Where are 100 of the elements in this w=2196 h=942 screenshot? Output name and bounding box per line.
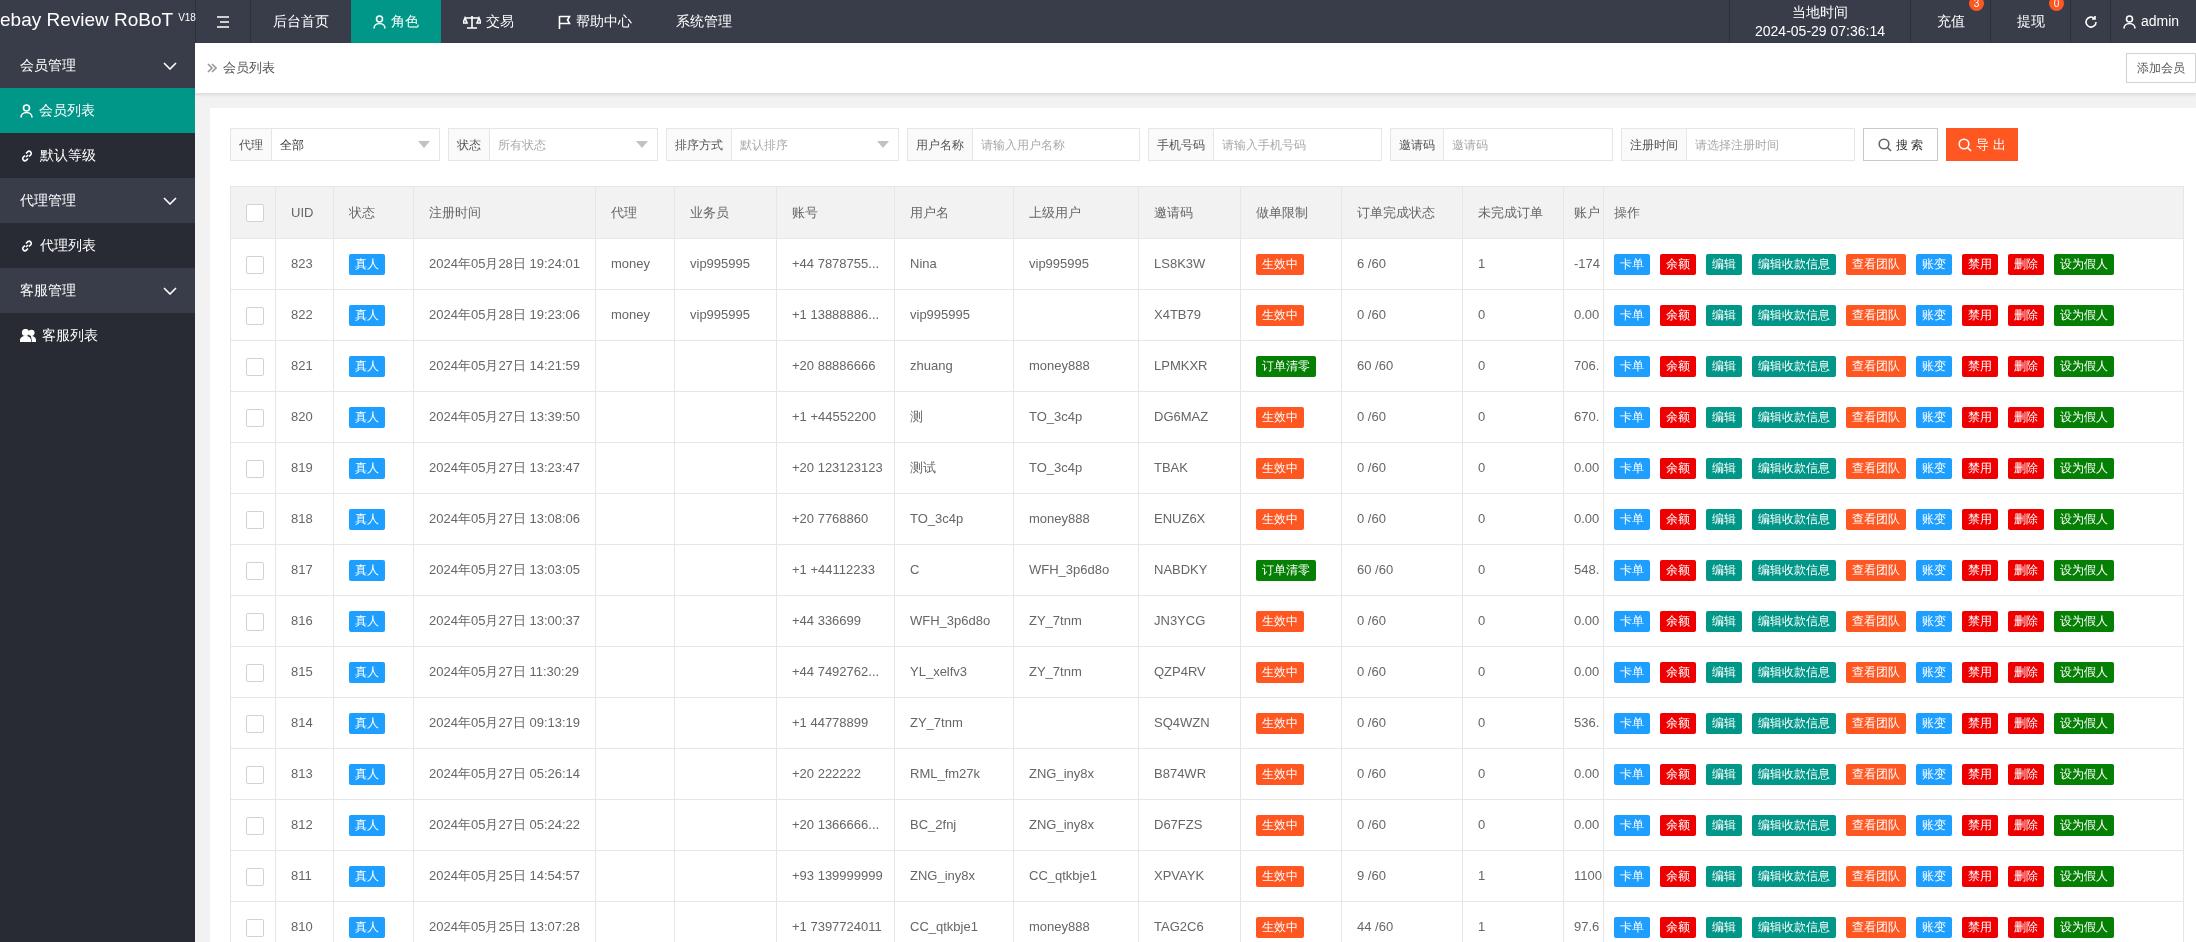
action-button[interactable]: 设为假人 xyxy=(2054,916,2114,938)
select-field[interactable]: 所有状态 xyxy=(490,128,658,161)
action-button[interactable]: 账变 xyxy=(1916,253,1952,275)
action-button[interactable]: 禁用 xyxy=(1962,610,1998,632)
action-button[interactable]: 账变 xyxy=(1916,865,1952,887)
action-button[interactable]: 编辑 xyxy=(1706,304,1742,326)
checkbox[interactable] xyxy=(246,918,264,937)
action-button[interactable]: 账变 xyxy=(1916,763,1952,785)
sidebar-item[interactable]: 默认等级 xyxy=(0,133,195,178)
action-button[interactable]: 编辑 xyxy=(1706,508,1742,530)
action-button[interactable]: 删除 xyxy=(2008,661,2044,683)
action-button[interactable]: 设为假人 xyxy=(2054,304,2114,326)
action-button[interactable]: 编辑 xyxy=(1706,865,1742,887)
action-button[interactable]: 账变 xyxy=(1916,406,1952,428)
action-button[interactable]: 查看团队 xyxy=(1846,355,1906,377)
action-button[interactable]: 编辑收款信息 xyxy=(1752,304,1836,326)
action-button[interactable]: 编辑 xyxy=(1706,406,1742,428)
action-button[interactable]: 查看团队 xyxy=(1846,763,1906,785)
action-button[interactable]: 余额 xyxy=(1660,457,1696,479)
action-button[interactable]: 编辑 xyxy=(1706,559,1742,581)
checkbox[interactable] xyxy=(246,816,264,835)
checkbox[interactable] xyxy=(246,408,264,427)
action-button[interactable]: 设为假人 xyxy=(2054,559,2114,581)
action-button[interactable]: 卡单 xyxy=(1614,661,1650,683)
action-button[interactable]: 余额 xyxy=(1660,712,1696,734)
action-button[interactable]: 编辑收款信息 xyxy=(1752,355,1836,377)
action-button[interactable]: 编辑收款信息 xyxy=(1752,457,1836,479)
checkbox[interactable] xyxy=(246,867,264,886)
action-button[interactable]: 卡单 xyxy=(1614,763,1650,785)
action-button[interactable]: 编辑 xyxy=(1706,610,1742,632)
nav-tab[interactable]: 角色 xyxy=(351,0,441,43)
action-button[interactable]: 卡单 xyxy=(1614,457,1650,479)
breadcrumb[interactable]: 会员列表 xyxy=(223,58,275,78)
action-button[interactable]: 删除 xyxy=(2008,508,2044,530)
action-button[interactable]: 余额 xyxy=(1660,508,1696,530)
action-button[interactable]: 余额 xyxy=(1660,253,1696,275)
action-button[interactable]: 禁用 xyxy=(1962,355,1998,377)
action-button[interactable]: 删除 xyxy=(2008,814,2044,836)
search-button[interactable]: 搜 索 xyxy=(1863,128,1938,161)
checkbox[interactable] xyxy=(246,204,264,223)
action-button[interactable]: 删除 xyxy=(2008,304,2044,326)
action-button[interactable]: 设为假人 xyxy=(2054,253,2114,275)
action-button[interactable]: 账变 xyxy=(1916,712,1952,734)
action-button[interactable]: 账变 xyxy=(1916,304,1952,326)
sidebar-item[interactable]: 会员列表 xyxy=(0,88,195,133)
action-button[interactable]: 余额 xyxy=(1660,559,1696,581)
action-button[interactable]: 编辑收款信息 xyxy=(1752,559,1836,581)
action-button[interactable]: 删除 xyxy=(2008,355,2044,377)
action-button[interactable]: 编辑 xyxy=(1706,712,1742,734)
checkbox[interactable] xyxy=(246,765,264,784)
sidebar-item[interactable]: 客服列表 xyxy=(0,313,195,358)
action-button[interactable]: 卡单 xyxy=(1614,406,1650,428)
action-button[interactable]: 查看团队 xyxy=(1846,865,1906,887)
action-button[interactable]: 卡单 xyxy=(1614,355,1650,377)
action-button[interactable]: 编辑收款信息 xyxy=(1752,916,1836,938)
action-button[interactable]: 卡单 xyxy=(1614,508,1650,530)
checkbox[interactable] xyxy=(246,459,264,478)
action-button[interactable]: 余额 xyxy=(1660,763,1696,785)
action-button[interactable]: 删除 xyxy=(2008,406,2044,428)
action-button[interactable]: 设为假人 xyxy=(2054,763,2114,785)
action-button[interactable]: 账变 xyxy=(1916,457,1952,479)
action-button[interactable]: 余额 xyxy=(1660,355,1696,377)
action-button[interactable]: 编辑 xyxy=(1706,355,1742,377)
action-button[interactable]: 禁用 xyxy=(1962,712,1998,734)
action-button[interactable]: 删除 xyxy=(2008,253,2044,275)
action-button[interactable]: 余额 xyxy=(1660,865,1696,887)
user-menu[interactable]: admin xyxy=(2111,0,2180,43)
action-button[interactable]: 删除 xyxy=(2008,763,2044,785)
action-button[interactable]: 删除 xyxy=(2008,559,2044,581)
action-button[interactable]: 卡单 xyxy=(1614,304,1650,326)
action-button[interactable]: 账变 xyxy=(1916,661,1952,683)
action-button[interactable]: 账变 xyxy=(1916,355,1952,377)
input-field[interactable]: 请输入手机号码 xyxy=(1214,128,1382,161)
action-button[interactable]: 编辑收款信息 xyxy=(1752,508,1836,530)
action-button[interactable]: 编辑收款信息 xyxy=(1752,610,1836,632)
action-button[interactable]: 设为假人 xyxy=(2054,865,2114,887)
action-button[interactable]: 账变 xyxy=(1916,916,1952,938)
checkbox[interactable] xyxy=(246,663,264,682)
input-field[interactable]: 请选择注册时间 xyxy=(1687,128,1855,161)
action-button[interactable]: 设为假人 xyxy=(2054,712,2114,734)
action-button[interactable]: 卡单 xyxy=(1614,712,1650,734)
action-button[interactable]: 余额 xyxy=(1660,304,1696,326)
action-button[interactable]: 卡单 xyxy=(1614,814,1650,836)
action-button[interactable]: 卡单 xyxy=(1614,559,1650,581)
action-button[interactable]: 编辑 xyxy=(1706,916,1742,938)
nav-tab[interactable]: 系统管理 xyxy=(654,0,754,43)
action-button[interactable]: 编辑收款信息 xyxy=(1752,763,1836,785)
select-field[interactable]: 默认排序 xyxy=(732,128,899,161)
action-button[interactable]: 禁用 xyxy=(1962,814,1998,836)
sidebar-group[interactable]: 代理管理 xyxy=(0,178,195,223)
export-button[interactable]: 导 出 xyxy=(1946,128,2018,161)
action-button[interactable]: 查看团队 xyxy=(1846,406,1906,428)
sidebar-group[interactable]: 会员管理 xyxy=(0,43,195,88)
action-button[interactable]: 查看团队 xyxy=(1846,610,1906,632)
action-button[interactable]: 编辑收款信息 xyxy=(1752,865,1836,887)
action-button[interactable]: 编辑 xyxy=(1706,661,1742,683)
action-button[interactable]: 删除 xyxy=(2008,916,2044,938)
action-button[interactable]: 账变 xyxy=(1916,559,1952,581)
action-button[interactable]: 卡单 xyxy=(1614,865,1650,887)
action-button[interactable]: 删除 xyxy=(2008,712,2044,734)
